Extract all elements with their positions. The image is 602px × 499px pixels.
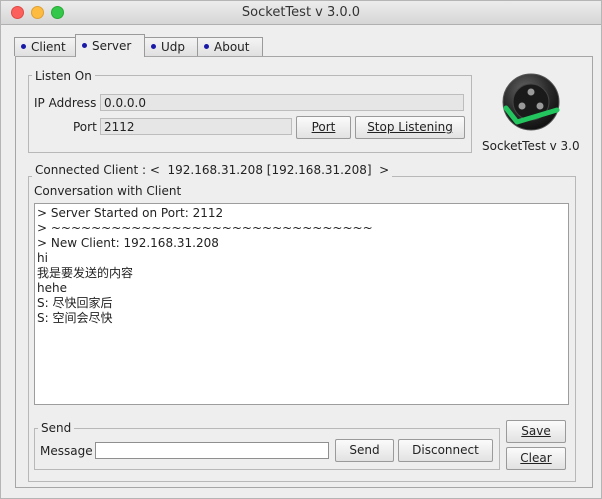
tab-dot-icon <box>82 43 87 48</box>
port-field[interactable]: 2112 <box>100 118 292 135</box>
conversation-line: S: 空间会尽快 <box>37 311 113 325</box>
connected-client-label: Connected Client : < 192.168.31.208 [192… <box>32 163 393 177</box>
save-button[interactable]: Save <box>506 420 566 443</box>
disconnect-button[interactable]: Disconnect <box>398 439 493 462</box>
tab-server-label: Server <box>92 39 132 53</box>
conversation-label: Conversation with Client <box>34 184 182 198</box>
tab-dot-icon <box>151 44 156 49</box>
stop-listening-button[interactable]: Stop Listening <box>355 116 465 139</box>
send-group-label: Send <box>38 421 75 435</box>
listen-on-label: Listen On <box>32 69 95 83</box>
message-label: Message <box>40 444 93 458</box>
port-button-label: Port <box>311 120 336 134</box>
conversation-line: > New Client: 192.168.31.208 <box>37 236 219 250</box>
conversation-line: 我是要发送的内容 <box>37 266 134 280</box>
clear-button-label: Clear <box>520 451 552 465</box>
ip-address-label: IP Address <box>34 96 97 110</box>
tab-server[interactable]: Server <box>75 34 145 57</box>
conversation-line: > Server Started on Port: 2112 <box>37 206 224 220</box>
window-title: SocketTest v 3.0.0 <box>241 5 361 20</box>
tab-client[interactable]: Client <box>14 37 76 56</box>
conversation-line: hehe <box>37 281 67 295</box>
app-window: SocketTest v 3.0.0 Client Server Udp Abo… <box>0 0 602 499</box>
send-button-label: Send <box>349 443 380 457</box>
tab-udp[interactable]: Udp <box>144 37 198 56</box>
tab-dot-icon <box>204 44 209 49</box>
tab-client-label: Client <box>31 40 66 54</box>
server-tab-panel: Listen On IP Address 0.0.0.0 Port 2112 P… <box>15 56 593 488</box>
listen-on-group <box>28 75 472 153</box>
clear-button[interactable]: Clear <box>506 447 566 470</box>
disconnect-button-label: Disconnect <box>412 443 479 457</box>
logo-caption: SocketTest v 3.0 <box>482 139 580 153</box>
send-button[interactable]: Send <box>335 439 394 462</box>
save-button-label: Save <box>521 424 551 438</box>
port-button[interactable]: Port <box>296 116 351 139</box>
port-label: Port <box>73 120 97 134</box>
ip-address-field[interactable]: 0.0.0.0 <box>100 94 464 111</box>
stop-listening-label: Stop Listening <box>367 120 453 134</box>
message-input[interactable] <box>95 442 329 459</box>
conversation-line: S: 尽快回家后 <box>37 296 113 310</box>
conversation-line: hi <box>37 251 48 265</box>
tab-about[interactable]: About <box>197 37 263 56</box>
tab-udp-label: Udp <box>161 40 186 54</box>
tab-about-label: About <box>214 40 250 54</box>
title-bar: SocketTest v 3.0.0 <box>1 1 601 25</box>
tab-dot-icon <box>21 44 26 49</box>
socket-logo-icon <box>501 72 561 132</box>
conversation-line: > ~~~~~~~~~~~~~~~~~~~~~~~~~~~~~~~~ <box>37 221 373 235</box>
conversation-textarea[interactable]: > Server Started on Port: 2112 > ~~~~~~~… <box>34 203 569 405</box>
